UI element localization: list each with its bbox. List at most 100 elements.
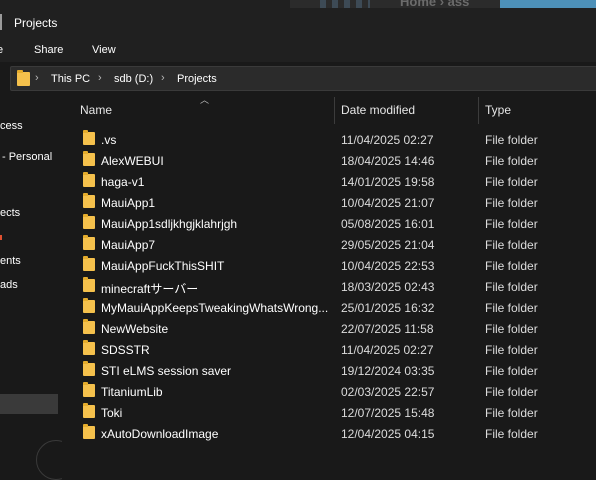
column-header-type[interactable]: Type [485,103,511,117]
ribbon-share-tab[interactable]: Share [34,44,63,56]
ribbon-home-tab[interactable]: e [0,44,3,56]
table-row[interactable]: AlexWEBUI 18/04/2025 14:46 File folder [62,149,596,170]
file-type: File folder [485,196,538,210]
sidebar-marker [0,235,2,240]
folder-icon [83,172,95,187]
file-date-modified: 12/07/2025 15:48 [341,406,435,420]
file-type: File folder [485,133,538,147]
table-row[interactable]: MauiApp1sdljkhgjklahrjgh 05/08/2025 16:01… [62,212,596,233]
breadcrumb-this-pc[interactable]: This PC [51,73,90,85]
file-type: File folder [485,259,538,273]
folder-icon [83,130,95,145]
background-accent [500,0,596,8]
folder-icon [83,151,95,166]
file-type: File folder [485,280,538,294]
table-row[interactable]: xAutoDownloadImage 12/04/2025 04:15 File f… [62,422,596,443]
chevron-right-icon[interactable]: › [98,72,102,84]
table-row[interactable]: STI eLMS session saver 19/12/2024 03:35 Fi… [62,359,596,380]
file-date-modified: 18/03/2025 02:43 [341,280,435,294]
file-date-modified: 12/04/2025 04:15 [341,427,435,441]
file-date-modified: 11/04/2025 02:27 [341,133,434,147]
file-name[interactable]: .vs [101,133,331,147]
column-divider[interactable] [478,97,479,124]
column-divider[interactable] [334,97,335,124]
title-bar: Projects Home › ass [0,0,596,40]
file-name[interactable]: haga-v1 [101,175,331,189]
file-name[interactable]: MauiApp7 [101,238,331,252]
sidebar-item-documents[interactable]: ents [0,255,21,267]
file-type: File folder [485,154,538,168]
table-row[interactable]: .vs 11/04/2025 02:27 File folder [62,128,596,149]
file-name[interactable]: MyMauiAppKeepsTweakingWhatsWrong... [101,301,331,315]
table-row[interactable]: MauiAppFuckThisSHIT 10/04/2025 22:53 File … [62,254,596,275]
folder-icon [83,403,95,418]
folder-icon [83,193,95,208]
table-row[interactable]: MauiApp7 29/05/2025 21:04 File folder [62,233,596,254]
table-row[interactable]: Toki 12/07/2025 15:48 File folder [62,401,596,422]
file-type: File folder [485,301,538,315]
column-header-name[interactable]: Name [80,103,112,117]
sidebar-item-objects[interactable]: ects [0,207,20,219]
file-date-modified: 14/01/2025 19:58 [341,175,435,189]
breadcrumb-drive[interactable]: sdb (D:) [114,73,153,85]
file-name[interactable]: Toki [101,406,331,420]
table-row[interactable]: minecraftサーバー 18/03/2025 02:43 File folder [62,275,596,296]
file-name[interactable]: xAutoDownloadImage [101,427,331,441]
table-row[interactable]: MyMauiAppKeepsTweakingWhatsWrong... 25/01… [62,296,596,317]
table-row[interactable]: TitaniumLib 02/03/2025 22:57 File folder [62,380,596,401]
sidebar-item-selected[interactable] [0,394,58,414]
file-name[interactable]: NewWebsite [101,322,331,336]
folder-icon [83,277,95,292]
window-icon [0,14,8,30]
file-type: File folder [485,427,538,441]
folder-icon [83,382,95,397]
folder-icon [83,424,95,439]
column-header-date-modified[interactable]: Date modified [341,103,415,117]
file-date-modified: 25/01/2025 16:32 [341,301,435,315]
file-type: File folder [485,322,538,336]
file-date-modified: 05/08/2025 16:01 [341,217,435,231]
file-name[interactable]: AlexWEBUI [101,154,331,168]
breadcrumb-projects[interactable]: Projects [177,73,217,85]
file-date-modified: 19/12/2024 03:35 [341,364,435,378]
file-type: File folder [485,217,538,231]
folder-icon [83,214,95,229]
background-window-text: Home › ass [400,0,470,8]
file-name[interactable]: minecraftサーバー [101,280,331,297]
file-type: File folder [485,343,538,357]
sidebar-item-quick-access[interactable]: cess [0,120,23,132]
background-thumbnail [320,0,370,8]
table-row[interactable]: haga-v1 14/01/2025 19:58 File folder [62,170,596,191]
file-name[interactable]: MauiApp1 [101,196,331,210]
table-row[interactable]: MauiApp1 10/04/2025 21:07 File folder [62,191,596,212]
address-bar[interactable]: › This PC › sdb (D:) › Projects [10,66,596,91]
file-date-modified: 11/04/2025 02:27 [341,343,434,357]
file-type: File folder [485,385,538,399]
sidebar-item-downloads[interactable]: ads [0,279,18,291]
file-date-modified: 10/04/2025 22:53 [341,259,435,273]
sidebar-item-onedrive-personal[interactable]: - Personal [2,151,52,163]
ribbon-menu: e Share View [0,40,596,62]
file-name[interactable]: MauiAppFuckThisSHIT [101,259,331,273]
sort-ascending-icon: ︿ [200,95,210,105]
background-window[interactable]: Home › ass [290,0,596,8]
file-date-modified: 02/03/2025 22:57 [341,385,435,399]
chevron-right-icon[interactable]: › [161,72,165,84]
ribbon-view-tab[interactable]: View [92,44,116,56]
chevron-right-icon[interactable]: › [35,72,39,84]
file-name[interactable]: STI eLMS session saver [101,364,331,378]
file-name[interactable]: MauiApp1sdljkhgjklahrjgh [101,217,331,231]
file-type: File folder [485,175,538,189]
file-name[interactable]: SDSSTR [101,343,331,357]
file-type: File folder [485,238,538,252]
folder-icon [83,298,95,313]
table-row[interactable]: NewWebsite 22/07/2025 11:58 File folder [62,317,596,338]
table-row[interactable]: SDSSTR 11/04/2025 02:27 File folder [62,338,596,359]
navigation-pane: cess - Personal ects ents ads [0,95,62,480]
file-type: File folder [485,406,538,420]
folder-icon [17,70,30,86]
file-date-modified: 29/05/2025 21:04 [341,238,435,252]
file-name[interactable]: TitaniumLib [101,385,331,399]
network-circle-icon [36,440,62,480]
file-list: ︿ Name Date modified Type .vs 11/04/2025 … [62,95,596,480]
